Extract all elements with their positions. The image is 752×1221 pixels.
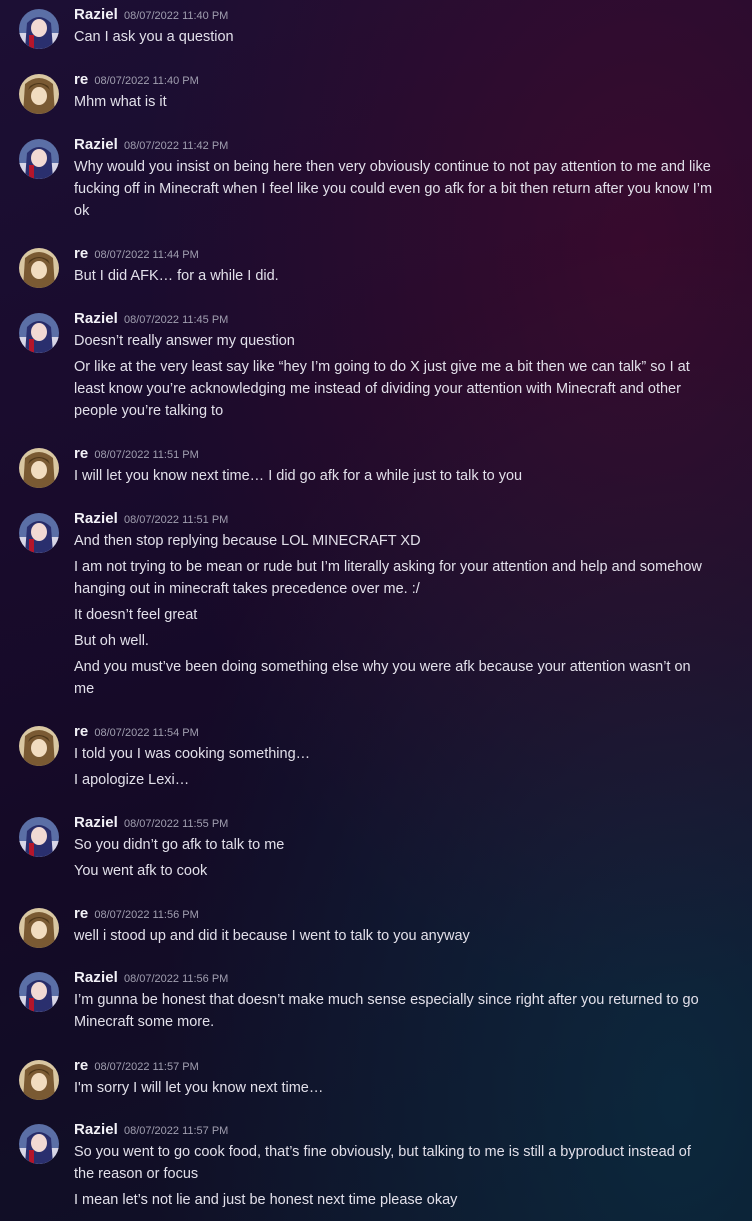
avatar-raziel-icon xyxy=(19,513,59,553)
author-name[interactable]: Raziel xyxy=(74,136,118,153)
avatar[interactable] xyxy=(19,1124,59,1164)
timestamp: 08/07/2022 11:57 PM xyxy=(94,1061,199,1073)
message-line: Mhm what is it xyxy=(74,94,167,110)
author-name[interactable]: re xyxy=(74,905,88,922)
avatar[interactable] xyxy=(19,448,59,488)
avatar[interactable] xyxy=(19,726,59,766)
message-line: Can I ask you a question xyxy=(74,29,234,45)
avatar-raziel-icon xyxy=(19,1124,59,1164)
avatar[interactable] xyxy=(19,1060,59,1100)
timestamp: 08/07/2022 11:45 PM xyxy=(123,314,229,326)
timestamp: 08/07/2022 11:44 PM xyxy=(94,249,199,261)
avatar[interactable] xyxy=(19,513,59,553)
message-line: But oh well. xyxy=(74,633,149,649)
avatar[interactable] xyxy=(19,9,59,49)
timestamp: 08/07/2022 11:55 PM xyxy=(123,818,229,830)
message-line: I'm sorry I will let you know next time… xyxy=(74,1080,324,1096)
avatar-raziel-icon xyxy=(19,9,59,49)
avatar[interactable] xyxy=(19,248,59,288)
message-line: Why would you insist on being here then … xyxy=(74,159,713,219)
avatar-raziel-icon xyxy=(19,972,59,1012)
author-name[interactable]: Raziel xyxy=(74,1121,118,1138)
message-line: Doesn’t really answer my question xyxy=(74,333,295,349)
message-line: It doesn’t feel great xyxy=(74,607,198,623)
avatar[interactable] xyxy=(19,313,59,353)
author-name[interactable]: re xyxy=(74,445,88,462)
message-line: I told you I was cooking something… xyxy=(74,746,311,762)
message-line: So you didn’t go afk to talk to me xyxy=(74,837,285,853)
author-name[interactable]: Raziel xyxy=(74,310,118,327)
avatar-re-icon xyxy=(19,1060,59,1100)
message-line: So you went to go cook food, that’s fine… xyxy=(74,1144,691,1182)
message-line: I will let you know next time… I did go … xyxy=(74,468,523,484)
timestamp: 08/07/2022 11:40 PM xyxy=(94,75,199,87)
avatar-re-icon xyxy=(19,448,59,488)
chat-log: Raziel 08/07/2022 11:40 PM Can I ask you … xyxy=(0,0,752,1221)
timestamp: 08/07/2022 11:57 PM xyxy=(123,1125,229,1137)
avatar[interactable] xyxy=(19,74,59,114)
message-line: I mean let’s not lie and just be honest … xyxy=(74,1192,458,1208)
timestamp: 08/07/2022 11:40 PM xyxy=(123,10,229,22)
avatar-raziel-icon xyxy=(19,139,59,179)
message-line: And you must’ve been doing something els… xyxy=(74,659,691,697)
avatar-re-icon xyxy=(19,248,59,288)
message-line: I’m gunna be honest that doesn’t make mu… xyxy=(74,992,699,1030)
author-name[interactable]: Raziel xyxy=(74,969,118,986)
timestamp: 08/07/2022 11:42 PM xyxy=(123,140,229,152)
timestamp: 08/07/2022 11:56 PM xyxy=(94,909,199,921)
timestamp: 08/07/2022 11:56 PM xyxy=(123,973,229,985)
message-line: And then stop replying because LOL MINEC… xyxy=(74,533,421,549)
author-name[interactable]: re xyxy=(74,723,88,740)
avatar-re-icon xyxy=(19,74,59,114)
author-name[interactable]: re xyxy=(74,1057,88,1074)
author-name[interactable]: Raziel xyxy=(74,510,118,527)
author-name[interactable]: Raziel xyxy=(74,6,118,23)
avatar[interactable] xyxy=(19,908,59,948)
message-line: I am not trying to be mean or rude but I… xyxy=(74,559,702,597)
author-name[interactable]: re xyxy=(74,71,88,88)
author-name[interactable]: Raziel xyxy=(74,814,118,831)
avatar-raziel-icon xyxy=(19,313,59,353)
timestamp: 08/07/2022 11:51 PM xyxy=(123,514,229,526)
avatar[interactable] xyxy=(19,139,59,179)
message-line: You went afk to cook xyxy=(74,863,208,879)
message-line: But I did AFK… for a while I did. xyxy=(74,268,279,284)
message-line: well i stood up and did it because I wen… xyxy=(74,928,470,944)
avatar-raziel-icon xyxy=(19,817,59,857)
avatar[interactable] xyxy=(19,972,59,1012)
timestamp: 08/07/2022 11:51 PM xyxy=(94,449,199,461)
avatar[interactable] xyxy=(19,817,59,857)
avatar-re-icon xyxy=(19,726,59,766)
timestamp: 08/07/2022 11:54 PM xyxy=(94,727,199,739)
message-line: I apologize Lexi… xyxy=(74,772,190,788)
avatar-re-icon xyxy=(19,908,59,948)
message-line: Or like at the very least say like “hey … xyxy=(74,359,690,419)
author-name[interactable]: re xyxy=(74,245,88,262)
